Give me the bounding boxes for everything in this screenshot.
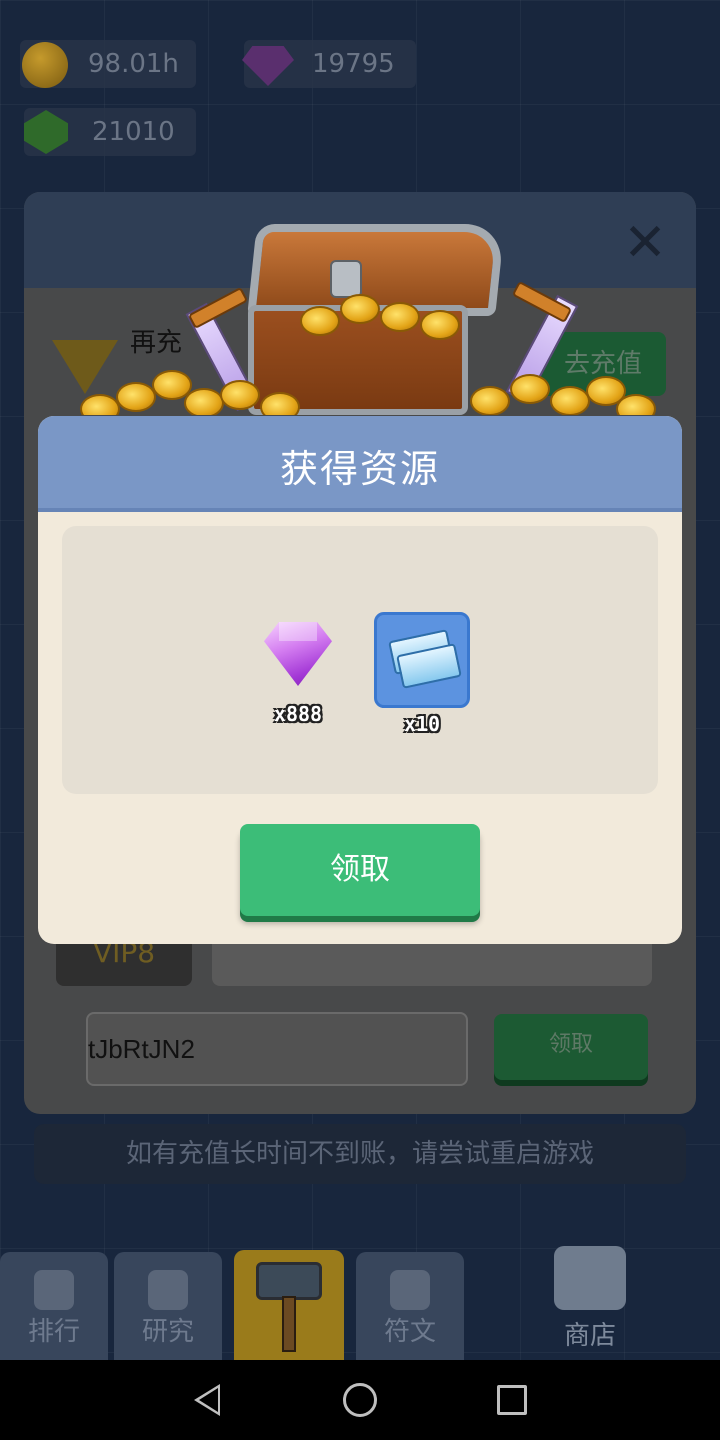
blue-ticket-icon — [374, 612, 470, 708]
redeem-claim-button[interactable]: 领取 — [494, 1014, 648, 1080]
rune-icon — [390, 1270, 430, 1310]
nav-rune[interactable]: 符文 — [356, 1252, 464, 1360]
nav-shop-label: 商店 — [563, 1321, 616, 1351]
coin-pile — [340, 294, 380, 324]
gem-shine — [278, 622, 318, 642]
redeem-code-input[interactable]: tJbRtJN2 — [86, 1012, 468, 1086]
coin-pile — [380, 302, 420, 332]
reward-count-gem: x888 — [273, 702, 323, 726]
shop-icon — [554, 1246, 626, 1310]
nav-research[interactable]: 研究 — [114, 1252, 222, 1360]
coin-pile — [260, 392, 300, 415]
hammer-icon — [256, 1262, 322, 1300]
coin-pile — [220, 380, 260, 410]
nav-shop[interactable]: 商店 — [530, 1240, 650, 1360]
nav-rank[interactable]: 排行 — [0, 1252, 108, 1360]
coin-pile — [550, 386, 590, 415]
flask-icon — [148, 1270, 188, 1310]
coin-icon — [22, 42, 68, 88]
lock-icon — [330, 260, 362, 298]
trophy-icon — [34, 1270, 74, 1310]
reward-item-ticket: x10 — [374, 612, 470, 736]
coin-pile — [510, 374, 550, 404]
recharge-notice: 如有充值长时间不到账，请尝试重启游戏 — [34, 1124, 686, 1184]
claim-button[interactable]: 领取 — [240, 824, 480, 916]
home-icon[interactable] — [343, 1383, 377, 1417]
coin-pile — [420, 310, 460, 340]
hammer-handle — [282, 1296, 296, 1352]
reward-modal: 获得资源 x888 x10 领取 — [38, 416, 682, 944]
coin-pile — [616, 394, 656, 415]
purple-gem-icon — [264, 622, 332, 686]
redeem-code-value: tJbRtJN2 — [88, 1034, 195, 1064]
coin-pile — [470, 386, 510, 415]
nav-research-label: 研究 — [141, 1317, 194, 1347]
reward-count-ticket: x10 — [403, 712, 441, 736]
nav-rune-label: 符文 — [383, 1317, 436, 1347]
modal-title: 获得资源 — [279, 447, 440, 491]
back-icon[interactable] — [194, 1384, 220, 1416]
coin-value: 98.01h — [88, 49, 179, 79]
coin-pile — [300, 306, 340, 336]
coin-pile — [80, 394, 120, 415]
reward-list: x888 x10 — [62, 526, 658, 794]
reward-item-gem: x888 — [250, 622, 346, 726]
coin-pile — [184, 388, 224, 415]
nav-forge[interactable] — [234, 1250, 344, 1360]
treasure-chest-illustration — [60, 210, 660, 415]
modal-header: 获得资源 — [38, 416, 682, 512]
recent-apps-icon[interactable] — [497, 1385, 527, 1415]
nav-rank-label: 排行 — [27, 1317, 80, 1347]
gem-value: 19795 — [312, 49, 395, 79]
coin-pile — [116, 382, 156, 412]
green-value: 21010 — [92, 117, 175, 147]
